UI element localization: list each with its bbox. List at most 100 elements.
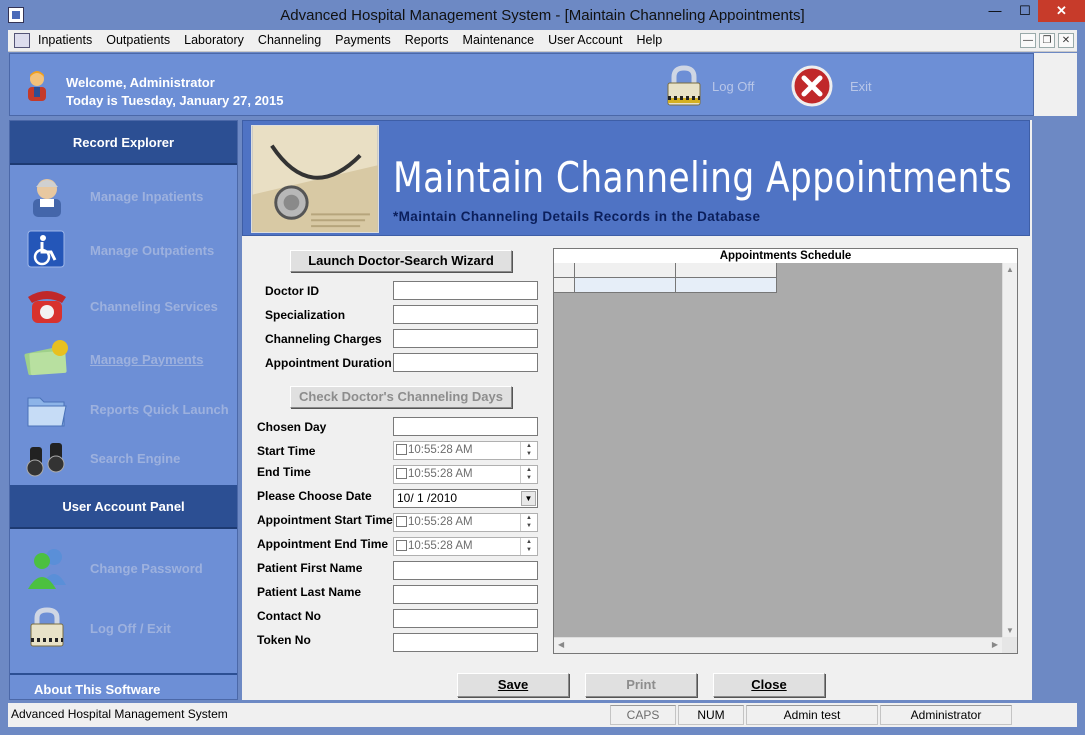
sidebar-item-manage-payments[interactable]: Manage Payments xyxy=(22,336,232,382)
grid-cell[interactable] xyxy=(575,278,676,293)
scroll-left-icon[interactable]: ◀ xyxy=(558,640,564,649)
contact-no-label: Contact No xyxy=(257,609,321,623)
appointment-end-time-picker[interactable]: 10:55:28 AM ▲ ▼ xyxy=(393,537,538,556)
sidebar-item-search-engine[interactable]: Search Engine xyxy=(22,435,232,481)
check-channeling-days-button[interactable]: Check Doctor's Channeling Days xyxy=(290,386,512,408)
specialization-label: Specialization xyxy=(265,308,346,322)
end-time-spinner[interactable]: ▲ ▼ xyxy=(520,466,537,483)
scroll-up-icon[interactable]: ▲ xyxy=(1006,265,1014,274)
start-time-spinner[interactable]: ▲ ▼ xyxy=(520,442,537,459)
grid-cell[interactable] xyxy=(676,278,777,293)
record-explorer-header[interactable]: Record Explorer xyxy=(10,121,237,165)
menu-inpatients[interactable]: Inpatients xyxy=(38,33,92,47)
mdi-restore-button[interactable]: ❐ xyxy=(1039,33,1055,48)
appointments-schedule-grid[interactable]: Appointments Schedule ▲ ▼ ◀ ▶ xyxy=(553,248,1018,654)
user-account-panel-header[interactable]: User Account Panel xyxy=(10,485,237,529)
grid-title: Appointments Schedule xyxy=(554,249,1017,263)
status-user: Admin test xyxy=(746,705,878,725)
patient-first-name-label: Patient First Name xyxy=(257,561,363,575)
logoff-button[interactable]: Log Off xyxy=(662,64,754,108)
start-time-value: 10:55:28 AM xyxy=(408,444,473,456)
scroll-down-icon[interactable]: ▼ xyxy=(1006,626,1014,635)
grid-column-header[interactable] xyxy=(676,263,777,278)
sidebar-label: Channeling Services xyxy=(90,298,218,314)
grid-corner-header[interactable] xyxy=(554,263,575,278)
menu-outpatients[interactable]: Outpatients xyxy=(106,33,170,47)
appointment-duration-field[interactable] xyxy=(393,353,538,372)
appointment-end-spinner[interactable]: ▲ ▼ xyxy=(520,538,537,555)
appointment-start-time-picker[interactable]: 10:55:28 AM ▲ ▼ xyxy=(393,513,538,532)
contact-no-field[interactable] xyxy=(393,609,538,628)
sidebar-item-reports-quick-launch[interactable]: Reports Quick Launch xyxy=(22,386,232,432)
padlock-icon xyxy=(667,65,701,106)
sidebar-item-manage-inpatients[interactable]: Manage Inpatients xyxy=(22,173,232,219)
patient-last-name-label: Patient Last Name xyxy=(257,585,362,599)
chosen-day-field[interactable] xyxy=(393,417,538,436)
mdi-minimize-button[interactable]: — xyxy=(1020,33,1036,48)
appointment-end-value: 10:55:28 AM xyxy=(408,540,473,552)
sidebar-item-logoff-exit[interactable]: Log Off / Exit xyxy=(22,605,232,651)
doctor-id-field[interactable] xyxy=(393,281,538,300)
mdi-child-icon[interactable] xyxy=(14,33,30,48)
menu-channeling[interactable]: Channeling xyxy=(258,33,321,47)
stethoscope-image xyxy=(251,125,379,233)
exit-x-icon xyxy=(791,65,833,107)
save-button[interactable]: Save xyxy=(457,673,569,697)
grid-row-header[interactable] xyxy=(554,278,575,293)
appointment-start-checkbox[interactable] xyxy=(396,516,407,527)
grid-column-header[interactable] xyxy=(575,263,676,278)
sidebar-label: Manage Payments xyxy=(90,351,204,367)
page-subtitle: *Maintain Channeling Details Records in … xyxy=(393,209,761,224)
appointment-start-spinner[interactable]: ▲ ▼ xyxy=(520,514,537,531)
start-time-checkbox[interactable] xyxy=(396,444,407,455)
exit-button[interactable]: Exit xyxy=(790,64,872,108)
appointment-start-time-label: Appointment Start Time xyxy=(257,513,393,527)
welcome-header: Welcome, Administrator Today is Tuesday,… xyxy=(9,53,1034,116)
status-num: NUM xyxy=(678,705,744,725)
end-time-checkbox[interactable] xyxy=(396,468,407,479)
sidebar-label: Reports Quick Launch xyxy=(90,401,229,417)
left-sidebar: Record Explorer Manage Inpatients Manage… xyxy=(9,120,238,700)
maximize-button[interactable]: ☐ xyxy=(1010,0,1040,22)
users-icon xyxy=(28,549,66,589)
launch-doctor-search-button[interactable]: Launch Doctor-Search Wizard xyxy=(290,250,512,272)
menu-reports[interactable]: Reports xyxy=(405,33,449,47)
vertical-scrollbar[interactable]: ▲ ▼ xyxy=(1002,263,1017,637)
about-software-link[interactable]: About This Software xyxy=(10,673,237,701)
end-time-picker[interactable]: 10:55:28 AM ▲ ▼ xyxy=(393,465,538,484)
channeling-charges-field[interactable] xyxy=(393,329,538,348)
menu-bar: Inpatients Outpatients Laboratory Channe… xyxy=(8,30,1077,52)
menu-maintenance[interactable]: Maintenance xyxy=(463,33,535,47)
close-window-button[interactable]: ✕ xyxy=(1038,0,1085,22)
sidebar-label: Manage Inpatients xyxy=(90,188,204,204)
menu-payments[interactable]: Payments xyxy=(335,33,391,47)
appointment-end-time-label: Appointment End Time xyxy=(257,537,389,551)
horizontal-scrollbar[interactable]: ◀ ▶ xyxy=(554,637,1002,653)
telephone-icon xyxy=(28,291,66,323)
appointment-end-checkbox[interactable] xyxy=(396,540,407,551)
end-time-label: End Time xyxy=(257,465,311,479)
minimize-button[interactable]: — xyxy=(980,0,1010,22)
sidebar-item-channeling-services[interactable]: Channeling Services xyxy=(22,283,232,329)
chevron-down-icon[interactable]: ▼ xyxy=(521,491,536,506)
menu-help[interactable]: Help xyxy=(636,33,662,47)
chosen-day-label: Chosen Day xyxy=(257,420,327,434)
sidebar-label: Change Password xyxy=(90,560,203,576)
mdi-close-button[interactable]: ✕ xyxy=(1058,33,1074,48)
start-time-picker[interactable]: 10:55:28 AM ▲ ▼ xyxy=(393,441,538,460)
patient-first-name-field[interactable] xyxy=(393,561,538,580)
window-title: Advanced Hospital Management System - [M… xyxy=(280,7,805,24)
end-time-value: 10:55:28 AM xyxy=(408,468,473,480)
scroll-right-icon[interactable]: ▶ xyxy=(992,640,998,649)
date-picker[interactable]: 10/ 1 /2010 ▼ xyxy=(393,489,538,508)
sidebar-item-change-password[interactable]: Change Password xyxy=(22,545,232,591)
menu-user-account[interactable]: User Account xyxy=(548,33,622,47)
sidebar-item-manage-outpatients[interactable]: Manage Outpatients xyxy=(22,227,232,273)
close-button[interactable]: Close xyxy=(713,673,825,697)
patient-last-name-field[interactable] xyxy=(393,585,538,604)
title-bar: Advanced Hospital Management System - [M… xyxy=(0,0,1085,30)
print-button[interactable]: Print xyxy=(585,673,697,697)
specialization-field[interactable] xyxy=(393,305,538,324)
token-no-field[interactable] xyxy=(393,633,538,652)
menu-laboratory[interactable]: Laboratory xyxy=(184,33,244,47)
